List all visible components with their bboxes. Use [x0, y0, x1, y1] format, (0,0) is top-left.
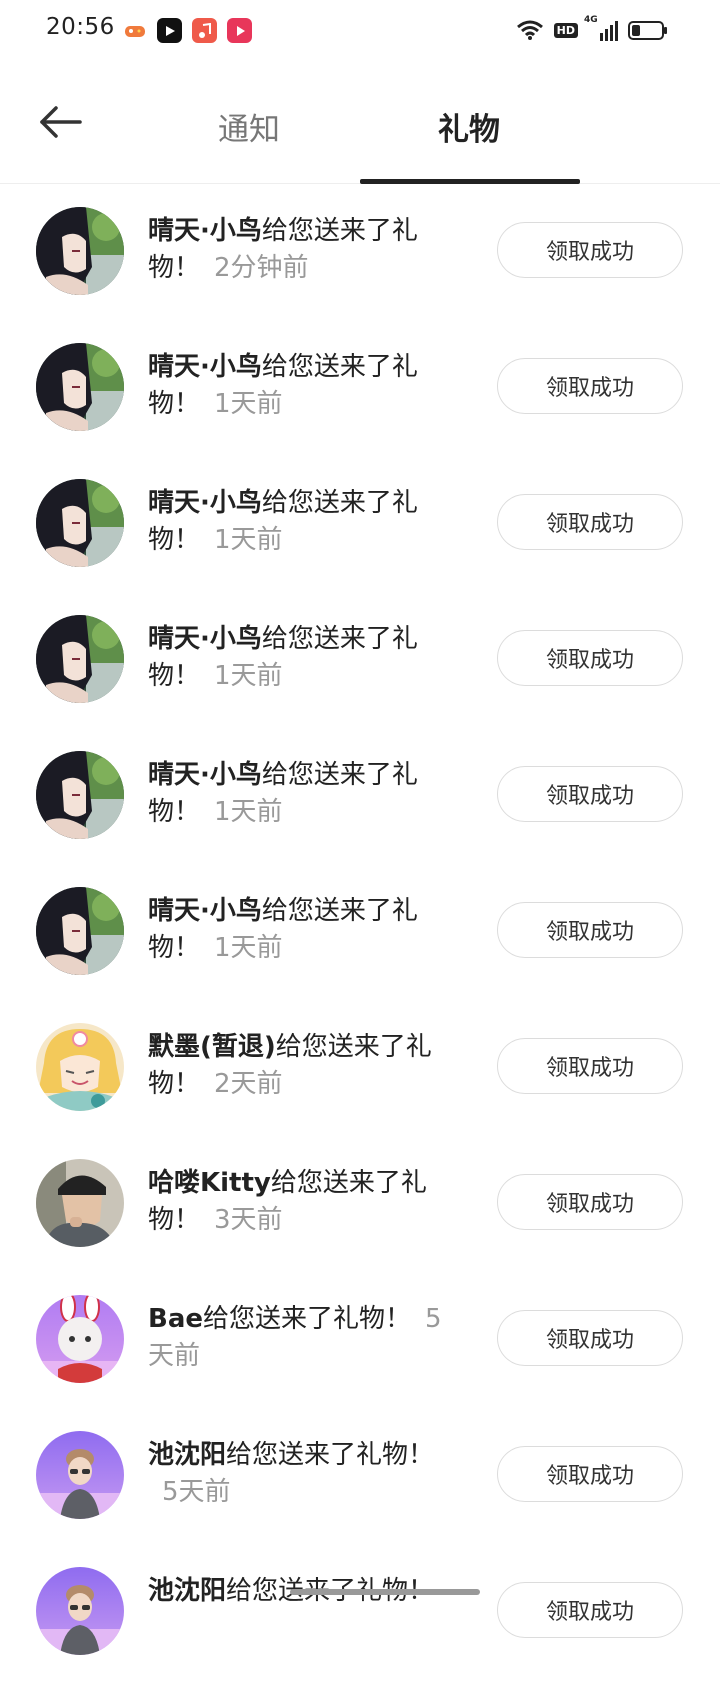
avatar[interactable] — [36, 887, 124, 975]
gift-row[interactable]: 哈喽Kitty给您送来了礼物！ 3天前 领取成功 — [0, 1137, 720, 1273]
network-label: 4G — [584, 15, 598, 25]
play-app-icon — [227, 18, 252, 43]
tab-gifts[interactable]: 礼物 — [438, 104, 500, 149]
sender-name[interactable]: 晴天·小鸟 — [148, 896, 262, 926]
gift-message: 晴天·小鸟给您送来了礼物！ 2分钟前 — [148, 213, 448, 287]
sender-name[interactable]: 池沈阳 — [148, 1576, 226, 1606]
avatar[interactable] — [36, 1023, 124, 1111]
gift-message: Bae给您送来了礼物！ 5天前 — [148, 1301, 448, 1375]
claim-status-button[interactable]: 领取成功 — [497, 1310, 683, 1366]
claim-status-button[interactable]: 领取成功 — [497, 358, 683, 414]
active-tab-indicator — [360, 179, 580, 184]
status-bar: 20:56 HD 4G — [0, 0, 720, 62]
gift-message: 晴天·小鸟给您送来了礼物！ 1天前 — [148, 349, 448, 423]
sender-name[interactable]: 晴天·小鸟 — [148, 352, 262, 382]
gift-row[interactable]: 晴天·小鸟给您送来了礼物！ 1天前 领取成功 — [0, 593, 720, 729]
avatar[interactable] — [36, 479, 124, 567]
gift-message: 默墨(暂退)给您送来了礼物！ 2天前 — [148, 1029, 448, 1103]
gift-time: 5天前 — [162, 1477, 231, 1507]
gift-time: 1天前 — [214, 933, 283, 963]
claim-status-button[interactable]: 领取成功 — [497, 902, 683, 958]
back-button[interactable] — [36, 98, 86, 148]
gift-message: 池沈阳给您送来了礼物！ 5天前 — [148, 1437, 448, 1511]
claim-status-button[interactable]: 领取成功 — [497, 1582, 683, 1638]
sender-name[interactable]: 默墨(暂退) — [148, 1032, 276, 1062]
wifi-icon — [516, 20, 543, 40]
gift-list: 晴天·小鸟给您送来了礼物！ 2分钟前 领取成功 晴天·小鸟给您送来了礼物！ 1天前 领取成… — [0, 185, 720, 1681]
avatar[interactable] — [36, 207, 124, 295]
gift-time: 3天前 — [214, 1205, 283, 1235]
system-icons: HD 4G — [516, 15, 667, 41]
back-arrow-icon — [40, 106, 82, 138]
gift-time: 1天前 — [214, 661, 283, 691]
gift-action-text: 给您送来了礼物！ — [226, 1440, 435, 1470]
gift-message: 晴天·小鸟给您送来了礼物！ 1天前 — [148, 757, 448, 831]
sender-name[interactable]: Bae — [148, 1304, 203, 1334]
gift-message: 晴天·小鸟给您送来了礼物！ 1天前 — [148, 621, 448, 695]
tab-notifications[interactable]: 通知 — [218, 104, 280, 149]
avatar[interactable] — [36, 1567, 124, 1655]
avatar[interactable] — [36, 751, 124, 839]
gift-row[interactable]: 晴天·小鸟给您送来了礼物！ 1天前 领取成功 — [0, 865, 720, 1001]
signal-icon: 4G — [584, 15, 618, 41]
avatar[interactable] — [36, 1431, 124, 1519]
claim-status-button[interactable]: 领取成功 — [497, 1038, 683, 1094]
avatar[interactable] — [36, 1159, 124, 1247]
gift-row[interactable]: 晴天·小鸟给您送来了礼物！ 1天前 领取成功 — [0, 321, 720, 457]
gift-row[interactable]: 默墨(暂退)给您送来了礼物！ 2天前 领取成功 — [0, 1001, 720, 1137]
music-app-icon — [192, 18, 217, 43]
avatar[interactable] — [36, 1295, 124, 1383]
game-icon — [122, 18, 147, 43]
hd-badge: HD — [553, 22, 578, 38]
claim-status-button[interactable]: 领取成功 — [497, 766, 683, 822]
battery-icon — [628, 20, 667, 40]
gift-row[interactable]: 晴天·小鸟给您送来了礼物！ 2分钟前 领取成功 — [0, 185, 720, 321]
avatar[interactable] — [36, 343, 124, 431]
claim-status-button[interactable]: 领取成功 — [497, 494, 683, 550]
gift-time: 1天前 — [214, 797, 283, 827]
sender-name[interactable]: 晴天·小鸟 — [148, 624, 262, 654]
gift-message: 晴天·小鸟给您送来了礼物！ 1天前 — [148, 485, 448, 559]
gift-action-text: 给您送来了礼物！ — [203, 1304, 412, 1334]
gift-time: 1天前 — [214, 525, 283, 555]
video-app-icon — [157, 18, 182, 43]
gift-time: 2天前 — [214, 1069, 283, 1099]
sender-name[interactable]: 晴天·小鸟 — [148, 216, 262, 246]
gift-time: 2分钟前 — [214, 253, 309, 283]
sender-name[interactable]: 哈喽Kitty — [148, 1168, 271, 1198]
gift-row[interactable]: 池沈阳给您送来了礼物！领取成功 — [0, 1545, 720, 1681]
sender-name[interactable]: 池沈阳 — [148, 1440, 226, 1470]
gift-row[interactable]: Bae给您送来了礼物！ 5天前 领取成功 — [0, 1273, 720, 1409]
notification-icons — [122, 18, 252, 43]
sender-name[interactable]: 晴天·小鸟 — [148, 488, 262, 518]
gift-row[interactable]: 池沈阳给您送来了礼物！ 5天前 领取成功 — [0, 1409, 720, 1545]
claim-status-button[interactable]: 领取成功 — [497, 222, 683, 278]
claim-status-button[interactable]: 领取成功 — [497, 630, 683, 686]
status-time: 20:56 — [46, 14, 115, 40]
gift-time: 1天前 — [214, 389, 283, 419]
header: 通知 礼物 — [0, 62, 720, 184]
gift-message: 哈喽Kitty给您送来了礼物！ 3天前 — [148, 1165, 448, 1239]
gift-row[interactable]: 晴天·小鸟给您送来了礼物！ 1天前 领取成功 — [0, 729, 720, 865]
claim-status-button[interactable]: 领取成功 — [497, 1446, 683, 1502]
avatar[interactable] — [36, 615, 124, 703]
sender-name[interactable]: 晴天·小鸟 — [148, 760, 262, 790]
home-indicator[interactable] — [290, 1589, 480, 1595]
claim-status-button[interactable]: 领取成功 — [497, 1174, 683, 1230]
gift-message: 晴天·小鸟给您送来了礼物！ 1天前 — [148, 893, 448, 967]
gift-row[interactable]: 晴天·小鸟给您送来了礼物！ 1天前 领取成功 — [0, 457, 720, 593]
